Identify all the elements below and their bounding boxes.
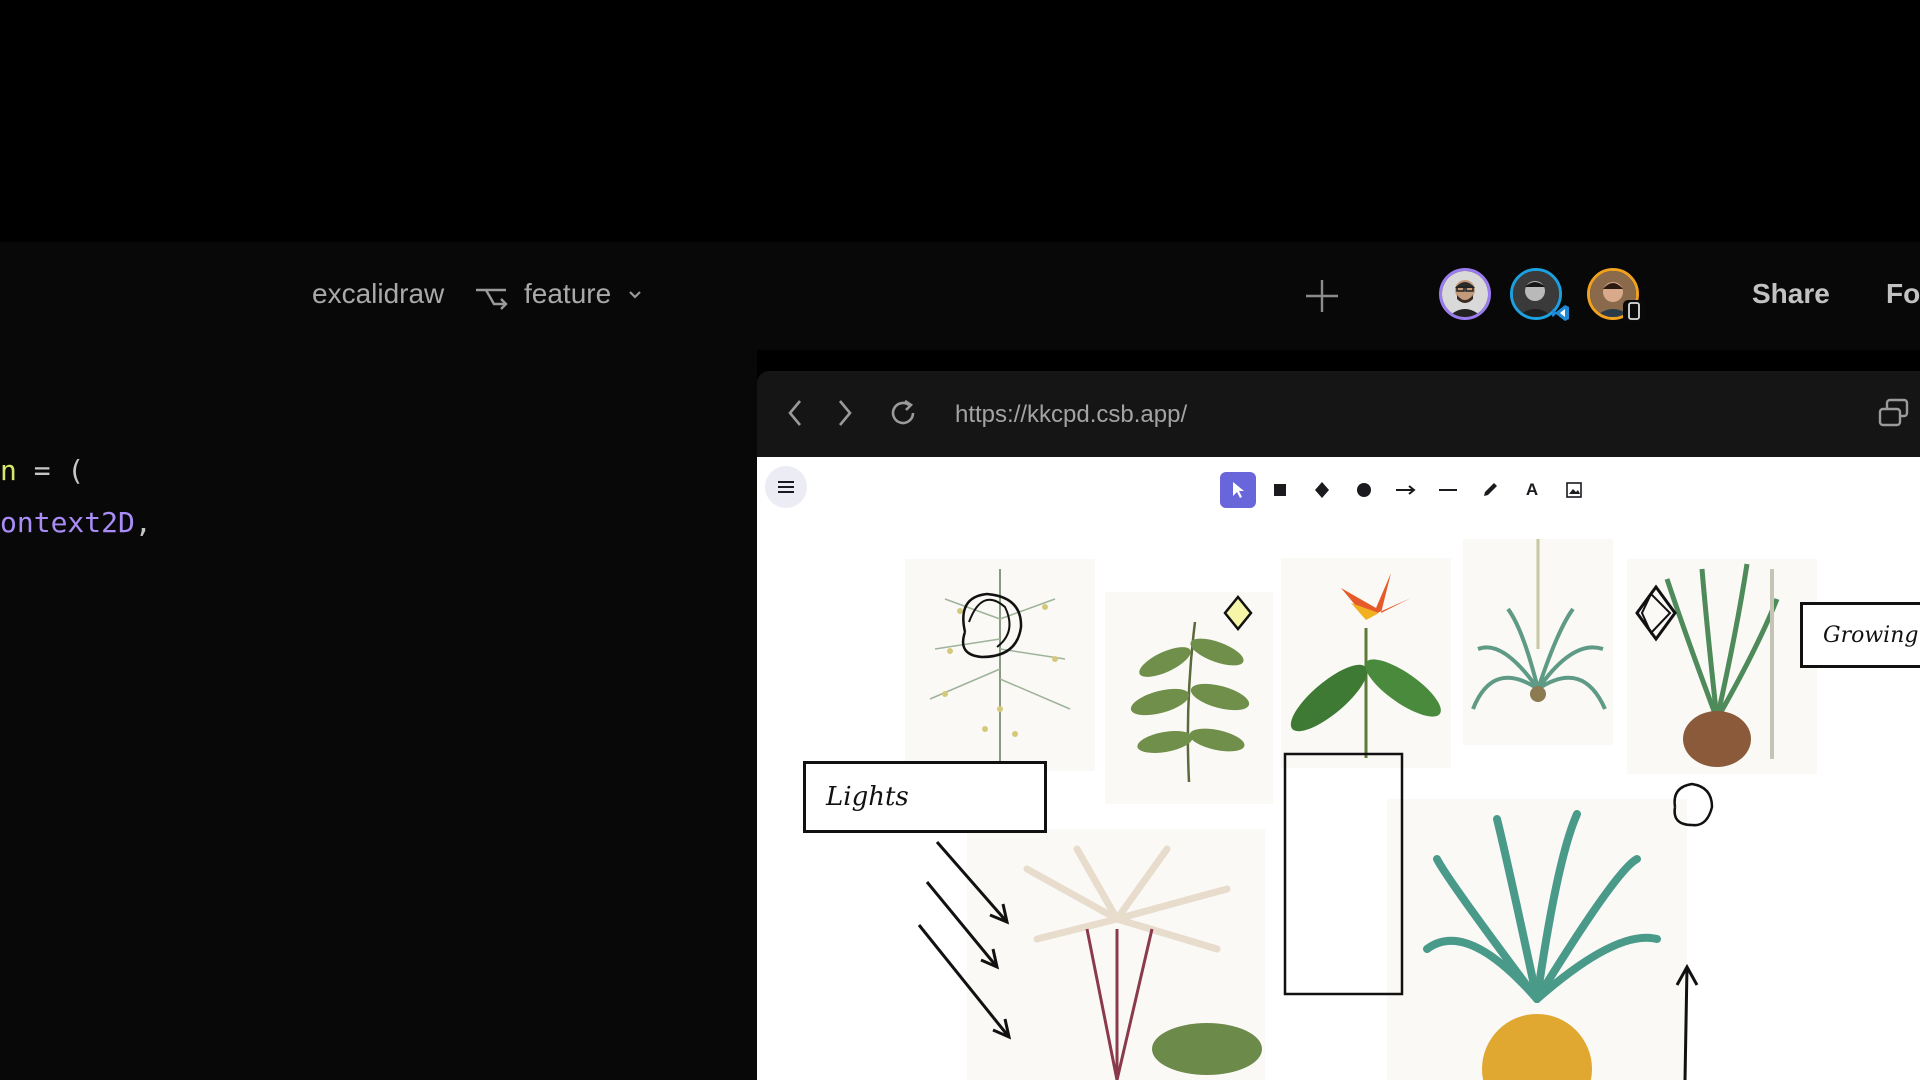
mobile-icon: [1623, 300, 1645, 322]
follow-button[interactable]: Fo: [1886, 278, 1920, 310]
branch-icon: [476, 288, 508, 310]
repo-name[interactable]: excalidraw: [312, 278, 444, 310]
code-line: ontext2D,: [0, 506, 152, 539]
refresh-icon[interactable]: [887, 397, 919, 429]
chevron-down-icon[interactable]: [628, 290, 642, 300]
avatar-user-1-icon: [1442, 271, 1488, 317]
top-bar: excalidraw feature Share Fo: [0, 242, 1920, 350]
growing-label[interactable]: Growing: [1800, 602, 1920, 668]
avatar[interactable]: [1439, 268, 1491, 320]
code-editor[interactable]: n = ( ontext2D,: [0, 350, 757, 1080]
lights-label[interactable]: Lights: [803, 761, 1047, 833]
browser-preview: https://kkcpd.csb.app/ A Lights Growing: [757, 371, 1920, 1080]
share-button[interactable]: Share: [1752, 278, 1830, 310]
url-field[interactable]: https://kkcpd.csb.app/: [955, 401, 1187, 429]
excalidraw-canvas[interactable]: A Lights Growing: [757, 457, 1920, 1080]
open-in-new-window-icon[interactable]: [1877, 397, 1911, 429]
forward-arrow-icon[interactable]: [835, 397, 855, 429]
code-line: n = (: [0, 454, 85, 487]
branch-selector[interactable]: feature: [524, 278, 611, 310]
back-arrow-icon[interactable]: [785, 397, 805, 429]
vscode-icon: [1550, 302, 1572, 324]
plus-icon[interactable]: [1304, 278, 1340, 314]
browser-toolbar: https://kkcpd.csb.app/: [757, 371, 1920, 457]
